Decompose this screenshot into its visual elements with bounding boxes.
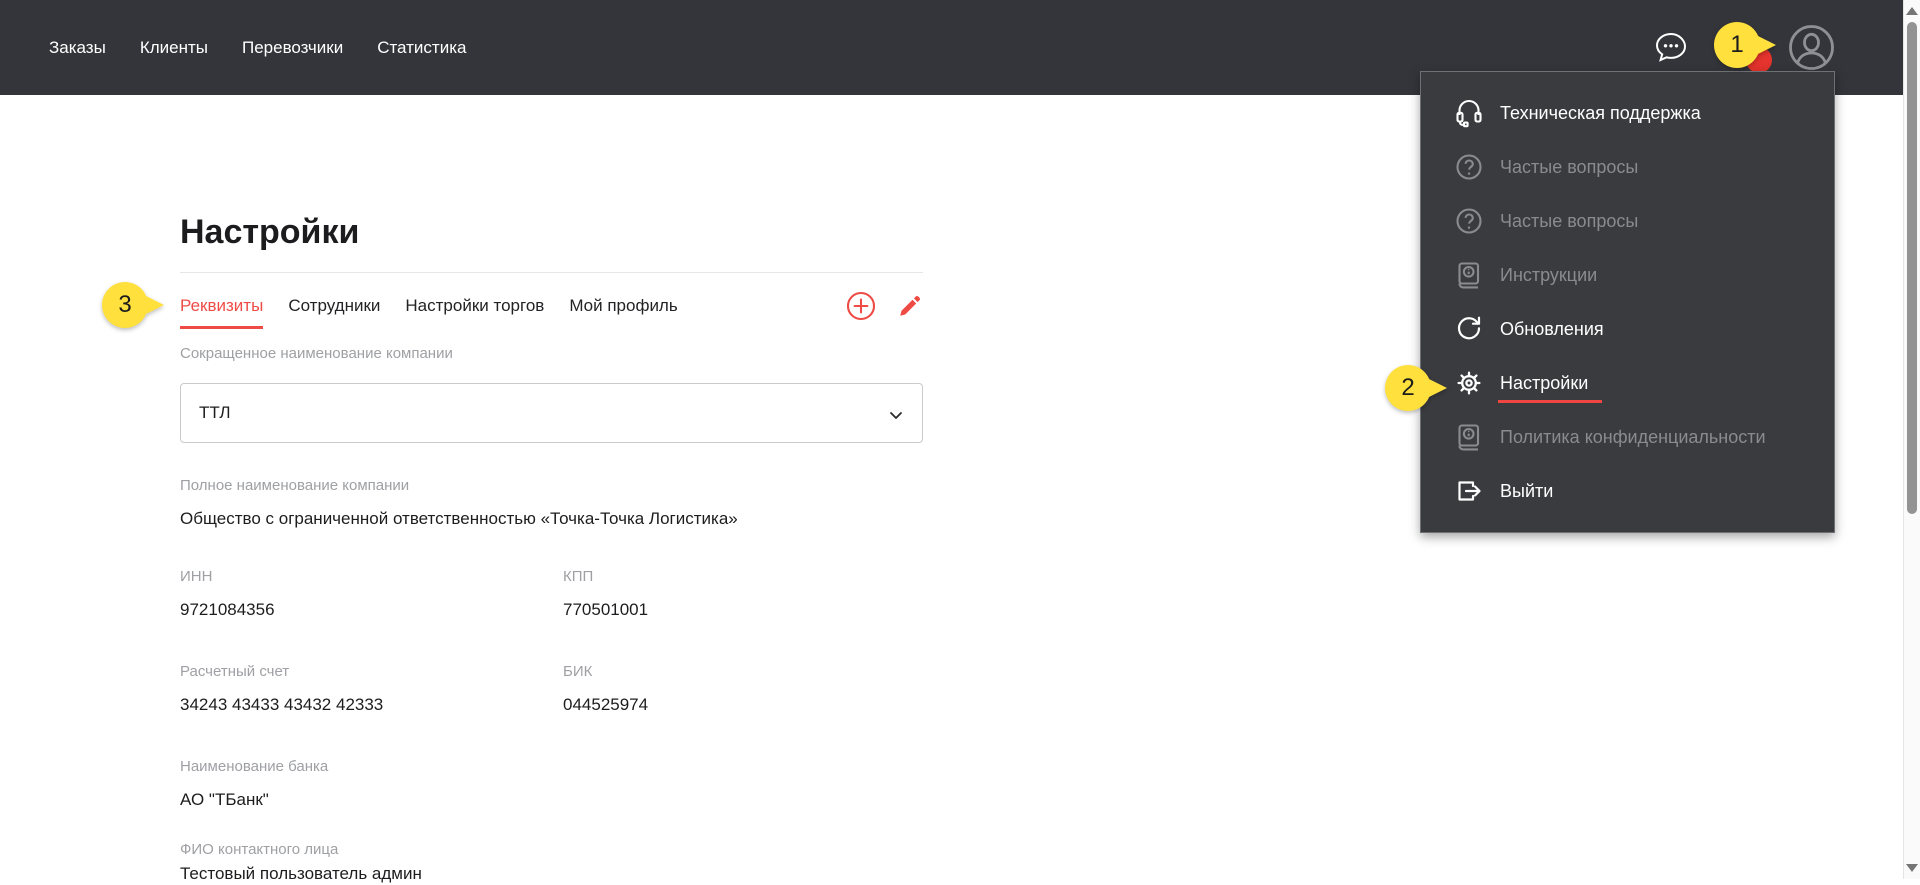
field-label: Сокращенное наименование компании bbox=[180, 345, 453, 362]
settings-tabs: Реквизиты Сотрудники Настройки торгов Мо… bbox=[180, 290, 923, 329]
field-full-company-name: Полное наименование компании Общество с … bbox=[180, 477, 923, 530]
nav-item-carriers[interactable]: Перевозчики bbox=[242, 38, 343, 58]
add-circle-icon[interactable] bbox=[845, 290, 877, 322]
menu-item-logout[interactable]: Выйти bbox=[1421, 464, 1834, 518]
policy-book-icon bbox=[1458, 424, 1480, 451]
field-kpp: КПП 770501001 bbox=[563, 568, 648, 621]
chevron-down-icon bbox=[888, 407, 904, 427]
refresh-icon bbox=[1457, 316, 1481, 340]
annotation-number: 3 bbox=[118, 291, 132, 318]
instructions-book-icon bbox=[1458, 262, 1480, 289]
menu-item-label: Техническая поддержка bbox=[1500, 102, 1701, 123]
annotation-step-3: 3 bbox=[102, 282, 148, 328]
menu-item-label: Политика конфиденциальности bbox=[1500, 426, 1766, 447]
annotation-step-2: 2 bbox=[1385, 365, 1431, 411]
question-circle-icon bbox=[1456, 208, 1482, 234]
field-account: Расчетный счет 34243 43433 43432 42333 bbox=[180, 663, 563, 716]
field-label: Наименование банка bbox=[180, 758, 329, 775]
edit-pencil-icon[interactable] bbox=[897, 293, 923, 319]
tab-my-profile[interactable]: Мой профиль bbox=[569, 293, 677, 319]
field-inn: ИНН 9721084356 bbox=[180, 568, 563, 621]
menu-item-label: Выйти bbox=[1500, 480, 1554, 501]
gear-icon bbox=[1457, 371, 1481, 395]
annotation-number: 2 bbox=[1401, 374, 1415, 401]
field-row-inn-kpp: ИНН 9721084356 КПП 770501001 bbox=[180, 568, 923, 621]
menu-item-settings[interactable]: Настройки bbox=[1421, 356, 1834, 410]
divider bbox=[180, 272, 923, 273]
settings-page: Настройки Реквизиты Сотрудники Настройки… bbox=[180, 212, 923, 885]
scroll-up-arrow-icon[interactable] bbox=[1906, 7, 1918, 15]
menu-item-label: Обновления bbox=[1500, 318, 1604, 339]
field-label: ФИО контактного лица bbox=[180, 841, 339, 858]
nav-item-orders[interactable]: Заказы bbox=[49, 38, 106, 58]
field-contact-person: ФИО контактного лица Тестовый пользовате… bbox=[180, 841, 923, 885]
field-row-account-bik: Расчетный счет 34243 43433 43432 42333 Б… bbox=[180, 663, 923, 716]
menu-item-updates[interactable]: Обновления bbox=[1421, 302, 1834, 356]
menu-item-faq-2[interactable]: Частые вопросы bbox=[1421, 194, 1834, 248]
field-label: Расчетный счет bbox=[180, 663, 290, 680]
field-short-company-name: Сокращенное наименование компании ТТЛ bbox=[180, 345, 923, 443]
menu-item-faq-1[interactable]: Частые вопросы bbox=[1421, 140, 1834, 194]
field-value: 044525974 bbox=[563, 695, 649, 714]
user-profile-icon[interactable] bbox=[1788, 24, 1835, 71]
scroll-down-arrow-icon[interactable] bbox=[1906, 864, 1918, 872]
menu-item-tech-support[interactable]: Техническая поддержка bbox=[1421, 86, 1834, 140]
scrollbar-thumb[interactable] bbox=[1907, 22, 1917, 514]
user-dropdown-menu: Техническая поддержка Частые вопросы Час… bbox=[1420, 71, 1835, 533]
vertical-scrollbar[interactable] bbox=[1903, 0, 1920, 879]
menu-item-label: Инструкции bbox=[1500, 264, 1598, 285]
nav-item-clients[interactable]: Клиенты bbox=[140, 38, 208, 58]
field-value: 34243 43433 43432 42333 bbox=[180, 695, 384, 714]
menu-item-privacy-policy[interactable]: Политика конфиденциальности bbox=[1421, 410, 1834, 464]
menu-item-label: Частые вопросы bbox=[1500, 210, 1639, 231]
menu-item-label: Частые вопросы bbox=[1500, 156, 1639, 177]
field-label: КПП bbox=[563, 568, 594, 585]
annotation-step-1: 1 bbox=[1714, 22, 1760, 68]
nav-item-statistics[interactable]: Статистика bbox=[377, 38, 466, 58]
field-bank-name: Наименование банка АО "ТБанк" bbox=[180, 758, 923, 811]
headset-icon bbox=[1456, 99, 1482, 128]
field-bik: БИК 044525974 bbox=[563, 663, 648, 716]
field-value: 770501001 bbox=[563, 600, 649, 619]
tab-requisites[interactable]: Реквизиты bbox=[180, 293, 264, 329]
question-circle-icon bbox=[1456, 154, 1482, 180]
tab-trade-settings[interactable]: Настройки торгов bbox=[405, 293, 544, 319]
menu-item-label: Настройки bbox=[1497, 372, 1603, 403]
field-value: Общество с ограниченной ответственностью… bbox=[180, 509, 738, 528]
tab-employees[interactable]: Сотрудники bbox=[288, 293, 380, 319]
short-company-name-select[interactable]: ТТЛ bbox=[180, 383, 923, 443]
select-value: ТТЛ bbox=[199, 403, 231, 422]
annotation-number: 1 bbox=[1730, 31, 1744, 58]
field-label: БИК bbox=[563, 663, 593, 680]
field-label: Полное наименование компании bbox=[180, 477, 410, 494]
field-value: 9721084356 bbox=[180, 600, 275, 619]
page-title: Настройки bbox=[180, 213, 360, 251]
chat-bubble-icon[interactable] bbox=[1653, 29, 1689, 65]
logout-icon bbox=[1458, 481, 1481, 501]
menu-item-instructions[interactable]: Инструкции bbox=[1421, 248, 1834, 302]
field-label: ИНН bbox=[180, 568, 213, 585]
field-value: Тестовый пользователь админ bbox=[180, 864, 422, 883]
field-value: АО "ТБанк" bbox=[180, 790, 269, 809]
